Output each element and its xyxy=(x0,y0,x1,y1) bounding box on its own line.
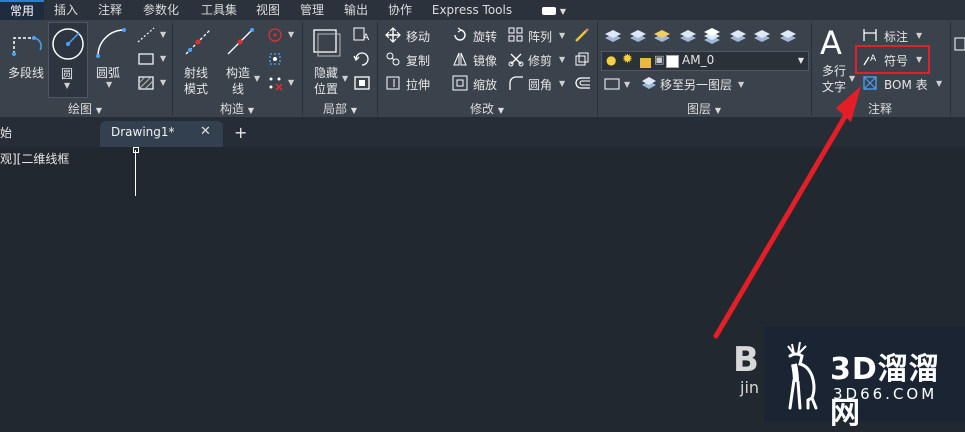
watermark-partial-text: jin xyxy=(740,378,760,397)
deer-logo-icon xyxy=(772,340,828,416)
watermark-brand-en: 3D66.COM xyxy=(833,385,938,403)
watermark-partial-letter: B xyxy=(733,340,759,380)
